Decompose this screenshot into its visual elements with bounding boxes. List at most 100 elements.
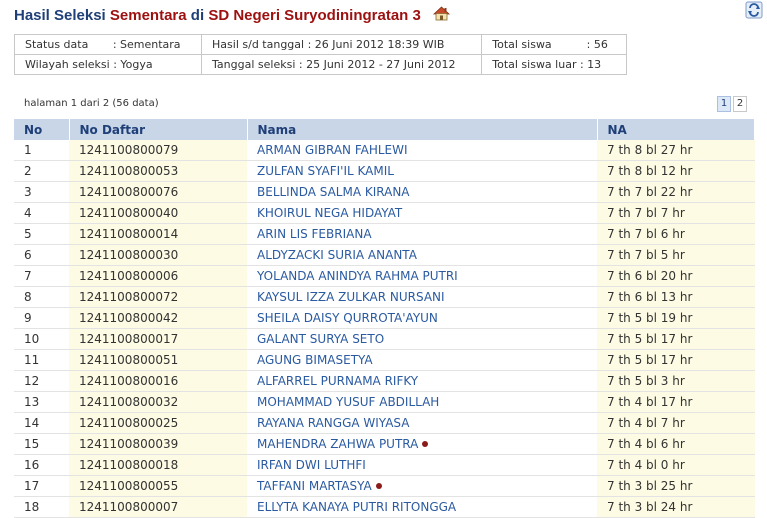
pagination-info: halaman 1 dari 2 (56 data) <box>24 98 159 109</box>
row-nama-link[interactable]: ZULFAN SYAFI'IL KAMIL <box>257 164 394 178</box>
status-cell: Status data : Sementara <box>13 34 203 55</box>
page-link-1[interactable]: 1 <box>717 96 731 112</box>
row-na: 7 th 5 bl 19 hr <box>607 311 693 325</box>
row-no-daftar-cell: 1241100800030 <box>69 244 247 266</box>
luar-cell: Total siswa luar : 13 <box>481 54 627 75</box>
table-row: 16 1241100800018 IRFAN DWI LUTHFI 7 th 4 bl… <box>14 454 755 476</box>
row-nama-link-cell[interactable]: KAYSUL IZZA ZULKAR NURSANI <box>247 286 597 308</box>
row-no-daftar-cell: 1241100800016 <box>69 370 247 392</box>
row-na: 7 th 7 bl 5 hr <box>607 248 685 262</box>
table-row: 18 1241100800007 ELLYTA KANAYA PUTRI RITON… <box>14 496 755 518</box>
row-na: 7 th 7 bl 6 hr <box>607 227 685 241</box>
row-no-daftar: 1241100800007 <box>79 500 179 514</box>
row-nama-link-cell[interactable]: ALFARREL PURNAMA RIFKY <box>247 370 597 392</box>
row-nama-link-cell[interactable]: ARIN LIS FEBRIANA <box>247 223 597 245</box>
row-nama-link[interactable]: IRFAN DWI LUTHFI <box>257 458 366 472</box>
row-nama-link-cell[interactable]: ZULFAN SYAFI'IL KAMIL <box>247 160 597 182</box>
row-nama-link[interactable]: RAYANA RANGGA WIYASA <box>257 416 409 430</box>
row-nama-link-cell[interactable]: ARMAN GIBRAN FAHLEWI <box>247 140 597 161</box>
header-no: No <box>14 119 70 140</box>
row-na: 7 th 5 bl 17 hr <box>607 353 693 367</box>
row-no-daftar: 1241100800030 <box>79 248 179 262</box>
row-nama-link-cell[interactable]: SHEILA DAISY QURROTA'AYUN <box>247 307 597 329</box>
row-no: 10 <box>24 332 40 346</box>
row-na-cell: 7 th 4 bl 6 hr <box>597 433 755 455</box>
row-no-daftar: 1241100800055 <box>79 479 179 493</box>
row-no-daftar: 1241100800006 <box>79 269 179 283</box>
table-row: 9 1241100800042 SHEILA DAISY QURROTA'AYUN 7… <box>14 307 755 329</box>
row-no-daftar: 1241100800014 <box>79 227 179 241</box>
row-no: 13 <box>24 395 40 409</box>
row-no-daftar-cell: 1241100800055 <box>69 475 247 497</box>
row-no: 8 <box>24 290 32 304</box>
row-no-cell: 10 <box>14 328 69 350</box>
row-nama-link[interactable]: ELLYTA KANAYA PUTRI RITONGGA <box>257 500 456 514</box>
row-nama-link-cell[interactable]: ALDYZACKI SURIA ANANTA <box>247 244 597 266</box>
row-no-daftar-cell: 1241100800051 <box>69 349 247 371</box>
row-na: 7 th 4 bl 7 hr <box>607 416 685 430</box>
row-nama-link[interactable]: MAHENDRA ZAHWA PUTRA <box>257 437 418 451</box>
row-no: 14 <box>24 416 40 430</box>
row-no: 4 <box>24 206 32 220</box>
table-row: 4 1241100800040 KHOIRUL NEGA HIDAYAT 7 th 7… <box>14 202 755 224</box>
header-nama: Nama <box>247 119 598 140</box>
page-link-2[interactable]: 2 <box>733 96 747 112</box>
row-no-daftar-cell: 1241100800079 <box>69 140 247 161</box>
row-na-cell: 7 th 7 bl 22 hr <box>597 181 755 203</box>
row-na: 7 th 6 bl 20 hr <box>607 269 693 283</box>
row-no-daftar-cell: 1241100800007 <box>69 496 247 518</box>
row-no-cell: 9 <box>14 307 69 329</box>
row-nama-link[interactable]: ALDYZACKI SURIA ANANTA <box>257 248 417 262</box>
total-cell: Total siswa : 56 <box>481 34 627 55</box>
tanggal-value: : 25 Juni 2012 - 27 Juni 2012 <box>298 58 456 71</box>
row-na-cell: 7 th 6 bl 13 hr <box>597 286 755 308</box>
row-no-daftar-cell: 1241100800039 <box>69 433 247 455</box>
row-no-cell: 12 <box>14 370 69 392</box>
row-no: 7 <box>24 269 32 283</box>
row-nama-link[interactable]: ALFARREL PURNAMA RIFKY <box>257 374 418 388</box>
row-nama-link[interactable]: BELLINDA SALMA KIRANA <box>257 185 410 199</box>
row-nama-link[interactable]: GALANT SURYA SETO <box>257 332 384 346</box>
row-no: 5 <box>24 227 32 241</box>
info-table: Status data : Sementara Hasil s/d tangga… <box>13 34 627 75</box>
row-nama-link[interactable]: KHOIRUL NEGA HIDAYAT <box>257 206 402 220</box>
row-nama-link[interactable]: TAFFANI MARTASYA <box>257 479 372 493</box>
table-row: 6 1241100800030 ALDYZACKI SURIA ANANTA 7 th… <box>14 244 755 266</box>
table-row: 13 1241100800032 MOHAMMAD YUSUF ABDILLAH 7 … <box>14 391 755 413</box>
row-nama-link-cell[interactable]: AGUNG BIMASETYA <box>247 349 597 371</box>
row-nama-link[interactable]: AGUNG BIMASETYA <box>257 353 373 367</box>
refresh-icon[interactable] <box>743 0 765 20</box>
row-na: 7 th 7 bl 22 hr <box>607 185 693 199</box>
row-no-daftar: 1241100800051 <box>79 353 179 367</box>
row-nama-link[interactable]: ARMAN GIBRAN FAHLEWI <box>257 143 408 157</box>
row-nama-link[interactable]: YOLANDA ANINDYA RAHMA PUTRI <box>257 269 458 283</box>
row-no-cell: 16 <box>14 454 69 476</box>
row-no-cell: 8 <box>14 286 69 308</box>
row-nama-link-cell[interactable]: RAYANA RANGGA WIYASA <box>247 412 597 434</box>
row-nama-link[interactable]: ARIN LIS FEBRIANA <box>257 227 372 241</box>
row-no-daftar-cell: 1241100800072 <box>69 286 247 308</box>
row-nama-link-cell[interactable]: MOHAMMAD YUSUF ABDILLAH <box>247 391 597 413</box>
row-nama-link[interactable]: MOHAMMAD YUSUF ABDILLAH <box>257 395 439 409</box>
row-nama-link-cell[interactable]: BELLINDA SALMA KIRANA <box>247 181 597 203</box>
row-no-cell: 13 <box>14 391 69 413</box>
row-nama-link-cell[interactable]: ELLYTA KANAYA PUTRI RITONGGA <box>247 496 597 518</box>
row-nama-link[interactable]: KAYSUL IZZA ZULKAR NURSANI <box>257 290 445 304</box>
tanggal-label: Tanggal seleksi <box>212 58 296 71</box>
row-nama-link-cell[interactable]: TAFFANI MARTASYA <box>247 475 597 497</box>
table-row: 14 1241100800025 RAYANA RANGGA WIYASA 7 th … <box>14 412 755 434</box>
row-nama-link-cell[interactable]: MAHENDRA ZAHWA PUTRA <box>247 433 597 455</box>
row-na: 7 th 3 bl 25 hr <box>607 479 693 493</box>
row-na: 7 th 5 bl 3 hr <box>607 374 685 388</box>
pagination: 1 2 <box>717 96 747 112</box>
row-na-cell: 7 th 4 bl 0 hr <box>597 454 755 476</box>
title-part-1: Hasil Seleksi <box>14 7 106 24</box>
row-nama-link-cell[interactable]: GALANT SURYA SETO <box>247 328 597 350</box>
row-nama-link-cell[interactable]: IRFAN DWI LUTHFI <box>247 454 597 476</box>
row-nama-link-cell[interactable]: YOLANDA ANINDYA RAHMA PUTRI <box>247 265 597 287</box>
home-icon[interactable] <box>433 6 451 21</box>
table-row: 2 1241100800053 ZULFAN SYAFI'IL KAMIL 7 th … <box>14 160 755 182</box>
row-na-cell: 7 th 7 bl 5 hr <box>597 244 755 266</box>
row-nama-link[interactable]: SHEILA DAISY QURROTA'AYUN <box>257 311 438 325</box>
row-nama-link-cell[interactable]: KHOIRUL NEGA HIDAYAT <box>247 202 597 224</box>
